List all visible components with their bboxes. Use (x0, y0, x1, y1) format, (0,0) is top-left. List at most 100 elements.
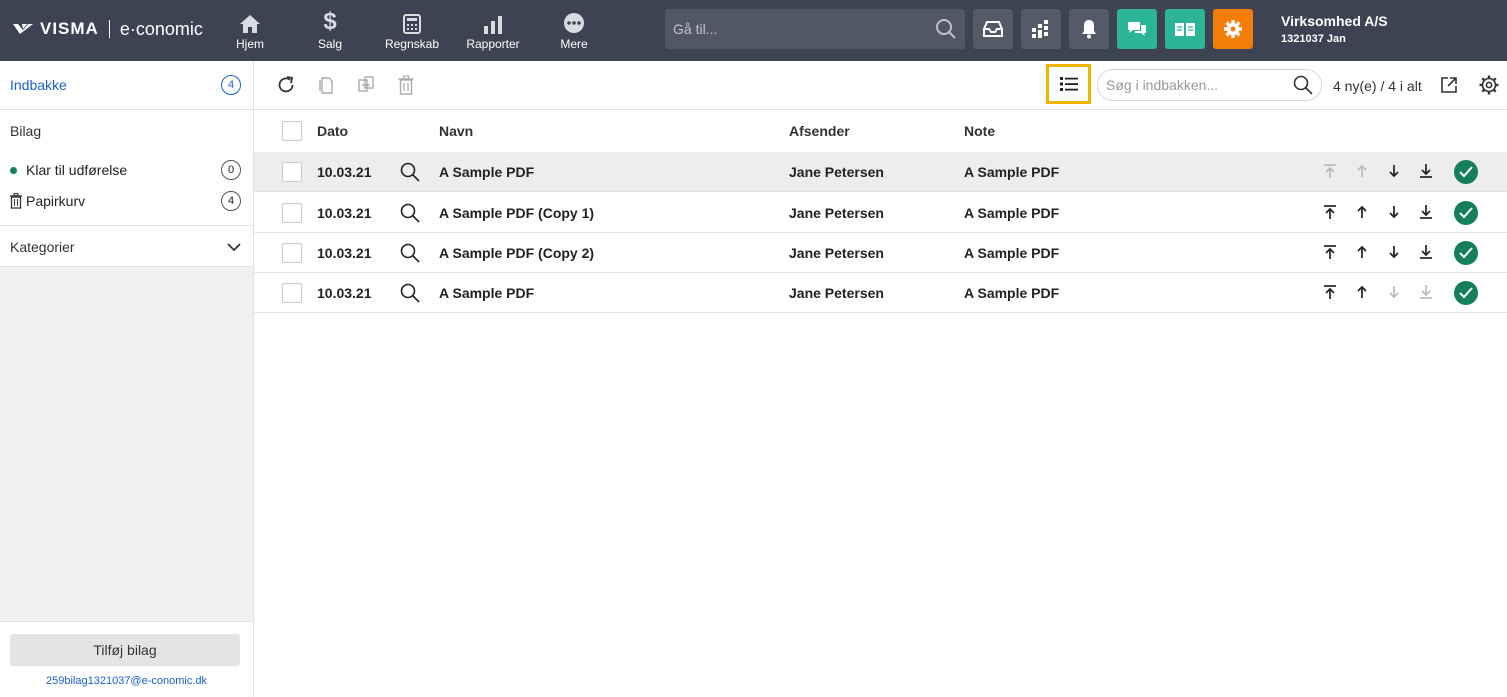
move-to-top-button[interactable] (1321, 283, 1339, 303)
ready-count-badge: 0 (221, 160, 241, 180)
open-external-button[interactable] (1437, 73, 1461, 97)
nav-more[interactable]: Mere (534, 0, 614, 61)
row-checkbox[interactable] (282, 283, 302, 303)
row-name[interactable]: A Sample PDF (Copy 2) (439, 245, 594, 261)
row-checkbox[interactable] (282, 243, 302, 263)
goto-search-box (665, 9, 965, 49)
calculator-icon (403, 10, 421, 34)
row-name[interactable]: A Sample PDF (439, 164, 534, 180)
approve-button[interactable] (1454, 160, 1478, 184)
column-header-sender[interactable]: Afsender (789, 123, 850, 139)
move-to-bottom-button[interactable] (1417, 283, 1435, 303)
table-row[interactable]: 10.03.21 A Sample PDF (Copy 2) Jane Peters… (254, 233, 1507, 273)
move-to-bottom-button[interactable] (1417, 243, 1435, 263)
preview-button[interactable] (399, 243, 421, 263)
delete-button[interactable] (394, 73, 418, 97)
arrow-to-top-icon (1323, 284, 1337, 303)
preview-button[interactable] (399, 162, 421, 182)
move-to-bottom-button[interactable] (1417, 162, 1435, 182)
move-down-button[interactable] (1385, 162, 1403, 182)
move-to-bottom-button[interactable] (1417, 203, 1435, 223)
column-header-date[interactable]: Dato (317, 123, 348, 139)
inbox-search-input[interactable] (1106, 77, 1293, 93)
chat-button[interactable] (1117, 9, 1157, 49)
sidebar-categories-label: Kategorier (10, 239, 75, 255)
row-name[interactable]: A Sample PDF (Copy 1) (439, 205, 594, 221)
dollar-icon: $ (323, 8, 337, 35)
row-checkbox[interactable] (282, 203, 302, 223)
row-date: 10.03.21 (317, 164, 372, 180)
preview-button[interactable] (399, 203, 421, 223)
approve-button[interactable] (1454, 241, 1478, 265)
move-up-button[interactable] (1353, 283, 1371, 303)
nav-accounting-label: Regnskab (384, 37, 440, 51)
nav-home[interactable]: Hjem (210, 0, 290, 61)
settings-button[interactable] (1213, 9, 1253, 49)
approve-button[interactable] (1454, 201, 1478, 225)
arrow-to-bottom-icon (1419, 204, 1433, 223)
preview-button[interactable] (399, 283, 421, 303)
sidebar-footer: Tilføj bilag 259bilag1321037@e-conomic.d… (0, 621, 253, 697)
sidebar-item-inbox-label: Indbakke (10, 77, 67, 93)
approve-button[interactable] (1454, 281, 1478, 305)
top-navigation-bar: VISMA e·conomic Hjem $ Salg Regnskab Rap… (0, 0, 1507, 61)
move-to-top-button[interactable] (1321, 203, 1339, 223)
table-row[interactable]: 10.03.21 A Sample PDF Jane Petersen A Sampl… (254, 152, 1507, 192)
move-down-button[interactable] (1385, 283, 1403, 303)
bar-chart-icon (483, 10, 503, 34)
move-up-button[interactable] (1353, 162, 1371, 182)
move-up-button[interactable] (1353, 243, 1371, 263)
table-row[interactable]: 10.03.21 A Sample PDF (Copy 1) Jane Peters… (254, 193, 1507, 233)
table-header: Dato Navn Afsender Note (254, 110, 1507, 151)
guide-button[interactable] (1165, 9, 1205, 49)
external-link-icon (1441, 77, 1457, 93)
nav-sales[interactable]: $ Salg (290, 0, 370, 61)
sidebar-item-trash[interactable]: Papirkurv 4 (0, 189, 253, 213)
move-down-button[interactable] (1385, 243, 1403, 263)
column-header-name[interactable]: Navn (439, 123, 473, 139)
inbox-settings-button[interactable] (1477, 73, 1501, 97)
search-icon[interactable] (935, 18, 957, 40)
status-dot-icon (10, 166, 17, 174)
select-all-checkbox[interactable] (282, 121, 302, 141)
company-selector[interactable]: Virksomhed A/S 1321037 Jan (1281, 13, 1388, 45)
copy-icon (319, 77, 333, 94)
merge-button[interactable] (354, 73, 378, 97)
goto-search-input[interactable] (673, 21, 935, 37)
home-icon (239, 10, 261, 34)
brand-name: VISMA (40, 19, 99, 38)
visma-economic-logo[interactable]: VISMA e·conomic (12, 16, 203, 42)
visma-logo-icon (13, 24, 33, 34)
sidebar-item-ready[interactable]: Klar til udførelse 0 (0, 158, 253, 182)
move-up-button[interactable] (1353, 203, 1371, 223)
nav-reports[interactable]: Rapporter (453, 0, 533, 61)
row-date: 10.03.21 (317, 285, 372, 301)
move-to-top-button[interactable] (1321, 243, 1339, 263)
refresh-button[interactable] (274, 73, 298, 97)
nav-accounting[interactable]: Regnskab (372, 0, 452, 61)
merge-documents-icon (358, 76, 374, 92)
open-book-icon (1175, 23, 1195, 36)
row-name[interactable]: A Sample PDF (439, 285, 534, 301)
company-user: 1321037 Jan (1281, 33, 1346, 45)
apps-button[interactable] (1021, 9, 1061, 49)
column-header-note[interactable]: Note (964, 123, 995, 139)
move-to-top-button[interactable] (1321, 162, 1339, 182)
inbox-button[interactable] (973, 9, 1013, 49)
sidebar-item-inbox[interactable]: Indbakke 4 (0, 73, 253, 97)
table-row[interactable]: 10.03.21 A Sample PDF Jane Petersen A Sampl… (254, 273, 1507, 313)
magnifier-icon (400, 162, 420, 182)
logo-divider (108, 20, 110, 38)
notifications-button[interactable] (1069, 9, 1109, 49)
row-note: A Sample PDF (964, 164, 1060, 180)
inbox-email-link[interactable]: 259bilag1321037@e-conomic.dk (0, 675, 253, 687)
row-date: 10.03.21 (317, 245, 372, 261)
row-checkbox[interactable] (282, 162, 302, 182)
copy-button[interactable] (314, 73, 338, 97)
add-voucher-button[interactable]: Tilføj bilag (10, 634, 240, 666)
search-icon[interactable] (1293, 75, 1313, 95)
sidebar-categories-toggle[interactable]: Kategorier (0, 235, 253, 259)
list-view-toggle-button[interactable] (1046, 64, 1091, 104)
move-down-button[interactable] (1385, 203, 1403, 223)
arrow-to-bottom-icon (1419, 163, 1433, 182)
